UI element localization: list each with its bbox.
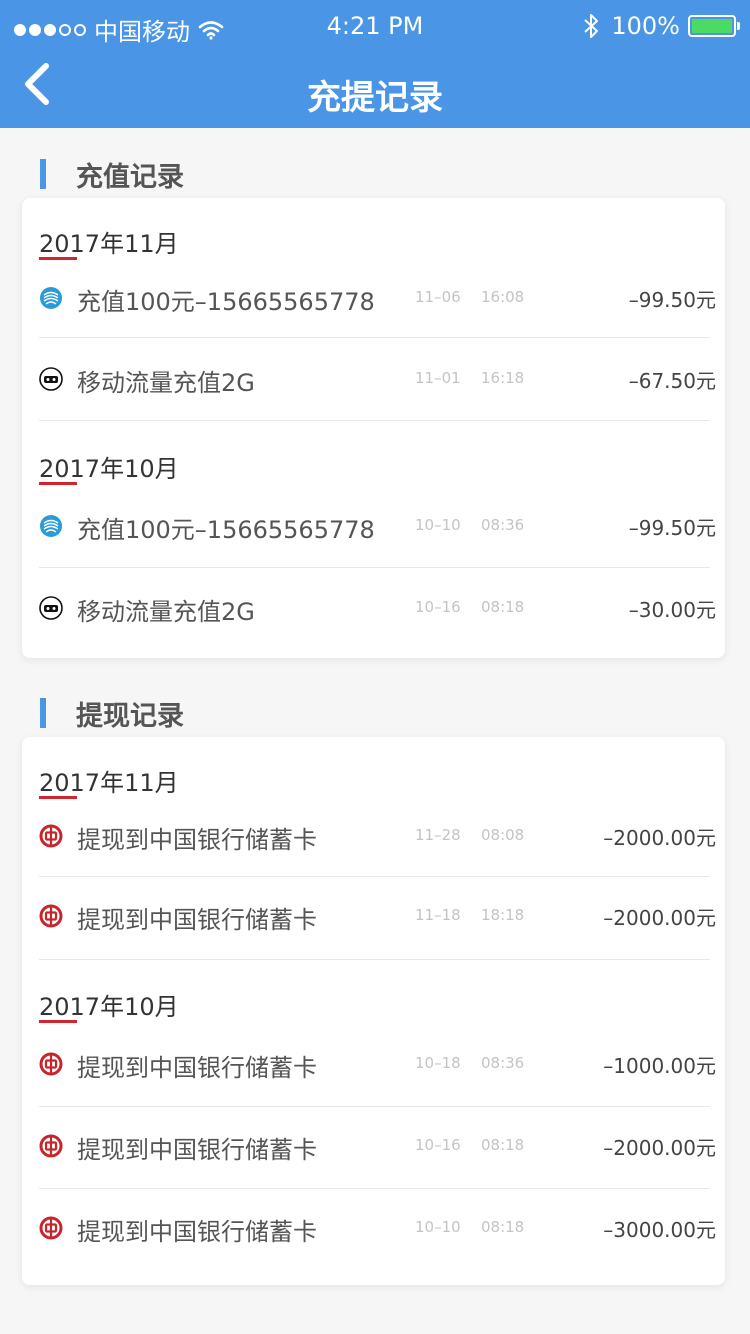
item-label: 提现到中国银行储蓄卡 xyxy=(77,1054,317,1082)
item-amount: –99.50元 xyxy=(628,288,716,312)
section-title-text: 充值记录 xyxy=(76,161,184,193)
item-time: 16:18 xyxy=(481,369,525,387)
month-header: 2017年10月 xyxy=(39,455,179,483)
battery-percent: 100% xyxy=(611,12,680,40)
item-time: 08:18 xyxy=(481,598,525,616)
item-time: 08:18 xyxy=(481,1218,525,1236)
list-item[interactable]: 提现到中国银行储蓄卡 11–18 18:18 –2000.00元 xyxy=(39,876,716,958)
bluetooth-icon xyxy=(584,14,599,38)
list-item[interactable]: 移动流量充值2G 10–16 08:18 –30.00元 xyxy=(39,568,716,650)
list-item[interactable]: 充值100元–15665565778 10–10 08:36 –99.50元 xyxy=(39,486,716,568)
item-label: 充值100元–15665565778 xyxy=(77,288,375,316)
header: 中国移动 4:21 PM 100% 充提记录 xyxy=(0,0,750,128)
section-title-text: 提现记录 xyxy=(76,700,184,732)
bank-of-china-icon xyxy=(39,824,63,848)
month-header: 2017年11月 xyxy=(39,230,179,258)
item-date: 10–10 xyxy=(415,1218,461,1236)
item-amount: –67.50元 xyxy=(628,369,716,393)
divider xyxy=(39,337,710,338)
item-date: 11–06 xyxy=(415,288,461,306)
item-label: 移动流量充值2G xyxy=(77,369,255,397)
month-underline xyxy=(39,1020,77,1023)
list-item[interactable]: 提现到中国银行储蓄卡 10–10 08:18 –3000.00元 xyxy=(39,1188,716,1270)
withdraw-card: 2017年11月 提现到中国银行储蓄卡 11–28 08:08 –2000.00… xyxy=(22,737,725,1285)
tmall-icon xyxy=(39,596,63,620)
item-amount: –2000.00元 xyxy=(603,1136,716,1160)
recharge-card: 2017年11月 充值100元–15665565778 11–06 16:08 … xyxy=(22,198,725,658)
bank-of-china-icon xyxy=(39,1052,63,1076)
item-label: 提现到中国银行储蓄卡 xyxy=(77,1218,317,1246)
china-mobile-icon xyxy=(40,287,62,309)
list-item[interactable]: 提现到中国银行储蓄卡 11–28 08:08 –2000.00元 xyxy=(39,796,716,878)
item-date: 11–01 xyxy=(415,369,461,387)
item-label: 提现到中国银行储蓄卡 xyxy=(77,1136,317,1164)
recharge-section-title: 充值记录 xyxy=(40,158,184,193)
page-title: 充提记录 xyxy=(307,78,443,118)
item-amount: –2000.00元 xyxy=(603,826,716,850)
item-label: 提现到中国银行储蓄卡 xyxy=(77,906,317,934)
month-header: 2017年11月 xyxy=(39,769,179,797)
item-label: 移动流量充值2G xyxy=(77,598,255,626)
item-amount: –99.50元 xyxy=(628,516,716,540)
item-time: 08:36 xyxy=(481,1054,525,1072)
item-time: 08:08 xyxy=(481,826,525,844)
item-time: 16:08 xyxy=(481,288,525,306)
item-amount: –2000.00元 xyxy=(603,906,716,930)
item-date: 10–10 xyxy=(415,516,461,534)
item-amount: –30.00元 xyxy=(628,598,716,622)
item-date: 11–18 xyxy=(415,906,461,924)
section-marker xyxy=(40,698,46,728)
item-time: 08:36 xyxy=(481,516,525,534)
month-underline xyxy=(39,482,77,485)
item-date: 11–28 xyxy=(415,826,461,844)
item-amount: –3000.00元 xyxy=(603,1218,716,1242)
tmall-icon xyxy=(39,367,63,391)
bank-of-china-icon xyxy=(39,904,63,928)
item-time: 08:18 xyxy=(481,1136,525,1154)
withdraw-section-title: 提现记录 xyxy=(40,697,184,732)
item-label: 提现到中国银行储蓄卡 xyxy=(77,826,317,854)
section-marker xyxy=(40,159,46,189)
bank-of-china-icon xyxy=(39,1216,63,1240)
china-mobile-icon xyxy=(40,515,62,537)
item-date: 10–18 xyxy=(415,1054,461,1072)
item-label: 充值100元–15665565778 xyxy=(77,516,375,544)
status-right: 100% xyxy=(583,12,740,40)
list-item[interactable]: 充值100元–15665565778 11–06 16:08 –99.50元 xyxy=(39,258,716,340)
month-header: 2017年10月 xyxy=(39,993,179,1021)
item-time: 18:18 xyxy=(481,906,525,924)
list-item[interactable]: 移动流量充值2G 11–01 16:18 –67.50元 xyxy=(39,339,716,421)
list-item[interactable]: 提现到中国银行储蓄卡 10–18 08:36 –1000.00元 xyxy=(39,1024,716,1106)
battery-icon xyxy=(688,15,740,37)
list-item[interactable]: 提现到中国银行储蓄卡 10–16 08:18 –2000.00元 xyxy=(39,1106,716,1188)
divider xyxy=(39,959,710,960)
status-bar: 中国移动 4:21 PM 100% xyxy=(0,0,750,54)
item-amount: –1000.00元 xyxy=(603,1054,716,1078)
divider xyxy=(39,420,710,421)
bank-of-china-icon xyxy=(39,1134,63,1158)
item-date: 10–16 xyxy=(415,1136,461,1154)
item-date: 10–16 xyxy=(415,598,461,616)
